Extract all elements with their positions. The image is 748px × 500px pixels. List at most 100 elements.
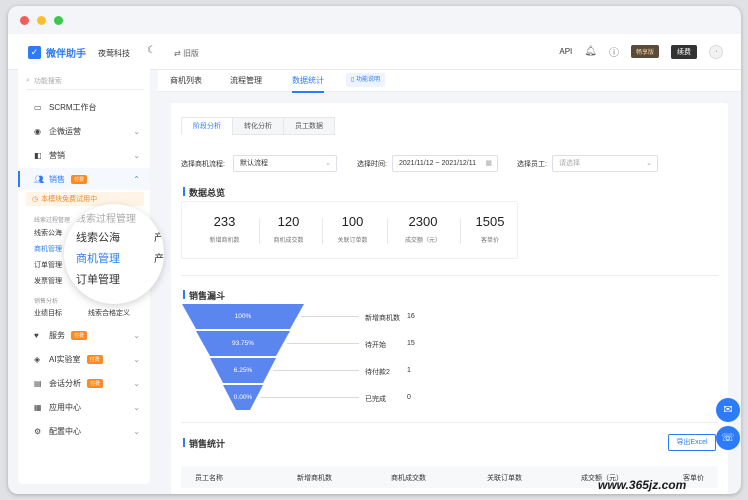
mag-opportunity[interactable]: 商机管理 [76, 250, 120, 266]
col-orders[interactable]: 关联订单数 [487, 473, 522, 483]
funnel-stage-name: 待付款2 [365, 368, 390, 376]
sidebar-item-sales[interactable]: 👥︎ 销售 付费 ⌃ [18, 168, 150, 190]
chevron-down-icon: ⌄ [133, 402, 140, 412]
trial-notice: ◷ 本模块免费试用中 [26, 192, 144, 206]
col-new-opportunities[interactable]: 新增商机数 [297, 473, 332, 483]
sidebar-item-label: 配置中心 [49, 426, 81, 436]
sales-funnel [182, 304, 359, 410]
funnel-percent: 0.00% [233, 393, 253, 401]
chat-float-button[interactable]: ✉ [716, 398, 740, 422]
avatar[interactable]: ◔ [709, 44, 723, 59]
megaphone-icon: ◧ [34, 150, 42, 160]
renew-button[interactable]: 续费 [671, 44, 697, 59]
mag-orders[interactable]: 订单管理 [76, 271, 120, 287]
grid-icon: ▦ [34, 402, 42, 412]
top-right-tools: API 🔔︎ ⓘ 畅享版 续费 ◔ [559, 44, 723, 59]
sidebar-item-wecom-ops[interactable]: ◉ 企微运营 ⌄ [18, 120, 150, 142]
message-icon: ✉ [723, 404, 733, 416]
mag-group-title: 线索过程管理 [76, 214, 136, 225]
paid-tag: 付费 [87, 378, 104, 388]
sidebar-item-app-center[interactable]: ▦ 应用中心 ⌄ [18, 396, 150, 418]
mag-cut-text: 产 [154, 233, 164, 244]
col-deals[interactable]: 商机成交数 [391, 473, 426, 483]
heart-icon: ♥ [34, 330, 39, 340]
sidebar-item-label: 销售 [49, 174, 65, 184]
maximize-dot[interactable] [54, 16, 63, 25]
funnel-stage-count: 15 [407, 339, 415, 347]
chevron-down-icon: ⌄ [133, 354, 140, 364]
chevron-down-icon: ⌄ [133, 150, 140, 160]
trial-text: 本模块免费试用中 [41, 196, 98, 203]
sub-item-targets[interactable]: 业绩目标 [34, 308, 62, 318]
funnel-stage-name: 待开始 [365, 341, 386, 349]
mag-cut-text: 产 [154, 254, 164, 265]
mag-leads-pool[interactable]: 线索公海 [76, 229, 120, 245]
headset-icon: ☏ [721, 432, 735, 444]
chevron-up-icon: ⌃ [133, 174, 140, 184]
sidebar-item-scrm[interactable]: ▭ SCRM工作台 [18, 96, 150, 118]
sidebar-item-label: SCRM工作台 [49, 102, 97, 112]
sub-item-leads-pool[interactable]: 线索公海 [34, 228, 62, 238]
minimize-dot[interactable] [37, 16, 46, 25]
tab-data-statistics[interactable]: 数据统计 [292, 75, 324, 93]
help-tab[interactable]: ▯ 功能说明 [346, 73, 385, 87]
sales-stats-title: 销售统计 [183, 437, 225, 450]
chevron-down-icon: ⌄ [133, 378, 140, 388]
chat-icon: ◉ [34, 126, 41, 136]
chevron-down-icon: ⌄ [133, 426, 140, 436]
sub-item-opportunity[interactable]: 商机管理 [34, 244, 62, 254]
funnel-stage-name: 已完成 [365, 395, 386, 403]
company-name[interactable]: 夜莺科技 [98, 48, 130, 59]
sidebar-item-ai-lab[interactable]: ◈ AI实验室 付费 ⌄ [18, 348, 150, 370]
vip-badge: 畅享版 [630, 45, 659, 58]
robot-icon: ◈ [34, 354, 41, 364]
search-icon: ⌕ [26, 76, 30, 84]
app-logo[interactable]: ✓ 微伴助手 [28, 45, 86, 60]
help-tab-label: 功能说明 [355, 77, 380, 83]
tab-process-management[interactable]: 流程管理 [230, 75, 262, 86]
chevron-down-icon: ⌄ [133, 126, 140, 136]
sidebar-item-config-center[interactable]: ⚙ 配置中心 ⌄ [18, 420, 150, 442]
clock-icon: ◷ [32, 196, 39, 203]
watermark: www.365jz.com [598, 478, 687, 492]
funnel-stage-count: 0 [407, 393, 411, 401]
api-link[interactable]: API [559, 47, 572, 56]
funnel-percent: 6.25% [233, 366, 253, 374]
sidebar-item-session-analysis[interactable]: ▤ 会话分析 付费 ⌄ [18, 372, 150, 394]
support-float-button[interactable]: ☏ [716, 426, 740, 450]
search-input[interactable]: 功能搜索 [34, 76, 62, 86]
sidebar-item-label: 企微运营 [49, 126, 81, 136]
funnel-stage-count: 1 [407, 366, 411, 374]
divider [181, 422, 718, 423]
export-excel-button[interactable]: 导出Excel [668, 434, 716, 451]
gear-icon: ⚙ [34, 426, 42, 436]
old-version-link[interactable]: ⇄ 旧版 [174, 48, 199, 59]
sidebar-item-service[interactable]: ♥ 服务 付费 ⌄ [18, 324, 150, 346]
col-staff-name[interactable]: 员工名称 [195, 473, 223, 483]
sub-item-invoice[interactable]: 发票管理 [34, 276, 62, 286]
sidebar-item-label: 营销 [49, 150, 65, 160]
chevron-down-icon: ⌄ [133, 330, 140, 340]
help-icon[interactable]: ⓘ [609, 44, 619, 59]
sidebar-search[interactable]: ⌕ 功能搜索 [26, 72, 144, 90]
paid-tag: 付费 [71, 174, 88, 184]
sidebar-item-label: 会话分析 [49, 378, 81, 388]
zoom-magnifier: 线索过程管理 线索公海 商机管理 订单管理 产 产 [64, 204, 164, 304]
sub-item-orders[interactable]: 订单管理 [34, 260, 62, 270]
sub-group-title: 销售分析 [34, 299, 59, 305]
moon-icon[interactable]: ☾ [147, 45, 156, 56]
close-dot[interactable] [20, 16, 29, 25]
message-icon: ▤ [34, 378, 42, 388]
swap-icon: ⇄ [174, 49, 183, 58]
main-panel: 阶段分析 转化分析 员工数据 选择商机流程: 默认流程 ⌄ 选择时间: 2021… [171, 103, 728, 494]
sidebar-item-label: AI实验室 [49, 354, 81, 364]
sidebar-item-label: 服务 [49, 330, 65, 340]
old-version-label: 旧版 [182, 49, 199, 58]
sub-item-lead-qualify[interactable]: 线索合格定义 [88, 308, 130, 318]
bell-icon[interactable]: 🔔︎ [584, 46, 597, 57]
tab-opportunity-list[interactable]: 商机列表 [170, 75, 202, 86]
sidebar-item-marketing[interactable]: ◧ 营销 ⌄ [18, 144, 150, 166]
module-tabs: 商机列表 流程管理 数据统计 ▯ 功能说明 [158, 70, 741, 93]
paid-tag: 付费 [71, 330, 88, 340]
window-controls [20, 16, 63, 25]
